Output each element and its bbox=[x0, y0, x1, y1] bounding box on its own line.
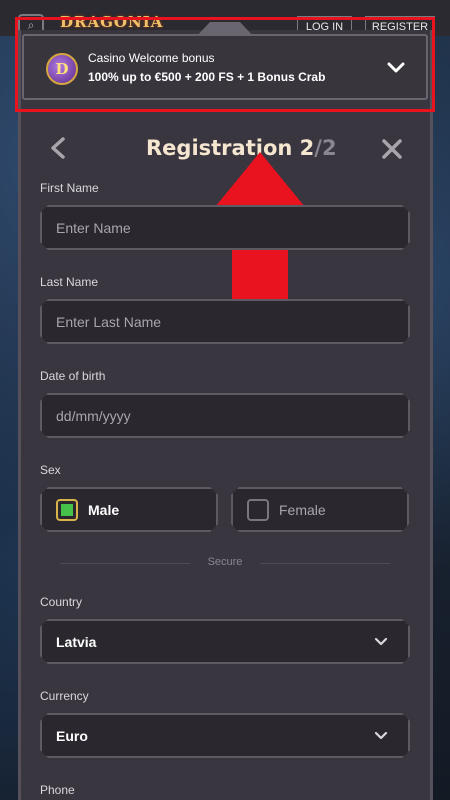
close-icon[interactable] bbox=[381, 138, 403, 160]
dob-field[interactable]: dd/mm/yyyy bbox=[40, 393, 410, 438]
dob-placeholder: dd/mm/yyyy bbox=[56, 408, 131, 424]
currency-select[interactable]: Euro bbox=[40, 713, 410, 758]
first-name-label: First Name bbox=[40, 181, 99, 195]
sex-option-male[interactable]: Male bbox=[40, 487, 218, 532]
sex-option-female[interactable]: Female bbox=[231, 487, 409, 532]
sex-option-male-label: Male bbox=[88, 502, 120, 518]
sex-option-female-label: Female bbox=[279, 502, 326, 518]
radio-unchecked-icon[interactable] bbox=[247, 499, 269, 521]
country-label: Country bbox=[40, 595, 83, 609]
phone-label: Phone bbox=[40, 783, 75, 797]
country-value: Latvia bbox=[56, 634, 97, 650]
back-arrow-icon[interactable] bbox=[48, 136, 68, 160]
dob-label: Date of birth bbox=[40, 369, 106, 383]
step-separator: / bbox=[314, 136, 322, 160]
annotation-highlight-box bbox=[15, 17, 435, 112]
step-total: 2 bbox=[321, 136, 337, 160]
country-select[interactable]: Latvia bbox=[40, 619, 410, 664]
currency-value: Euro bbox=[56, 728, 88, 744]
chevron-down-icon bbox=[374, 636, 388, 648]
currency-label: Currency bbox=[40, 689, 89, 703]
chevron-down-icon bbox=[374, 730, 388, 742]
sex-label: Sex bbox=[40, 463, 61, 477]
last-name-field[interactable]: Enter Last Name bbox=[40, 299, 410, 344]
radio-checked-icon[interactable] bbox=[56, 499, 78, 521]
first-name-placeholder: Enter Name bbox=[56, 220, 131, 236]
first-name-field[interactable]: Enter Name bbox=[40, 205, 410, 250]
secure-divider: Secure bbox=[40, 556, 410, 570]
last-name-placeholder: Enter Last Name bbox=[56, 314, 162, 330]
last-name-label: Last Name bbox=[40, 275, 99, 289]
